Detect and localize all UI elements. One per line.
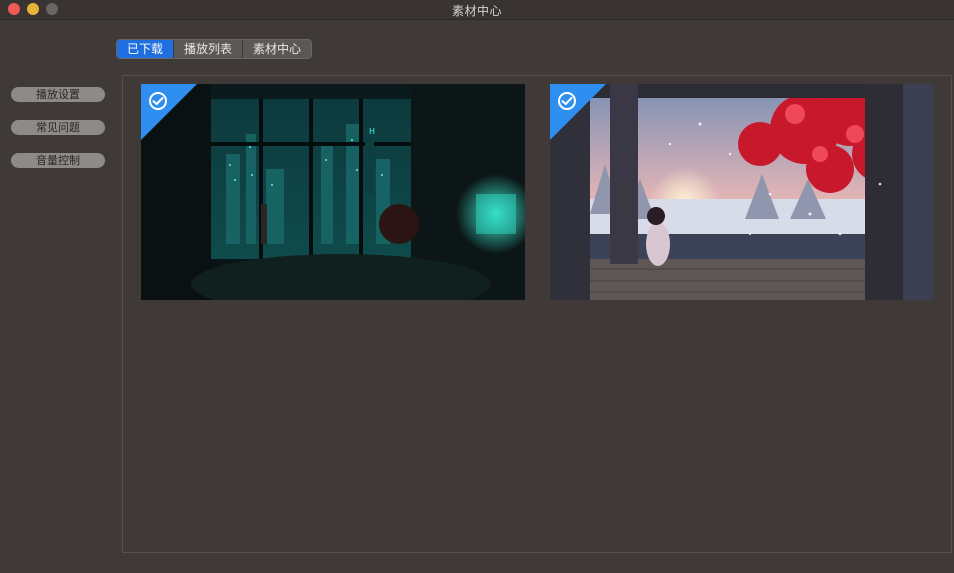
app-window: 素材中心 已下载 播放列表 素材中心 播放设置 常见问题 音量控制 H bbox=[0, 0, 954, 573]
tab-bar: 已下载 播放列表 素材中心 bbox=[116, 39, 313, 59]
sidebar-item-faq[interactable]: 常见问题 bbox=[11, 120, 105, 135]
wallpaper-thumbnail[interactable]: H bbox=[141, 84, 525, 300]
check-circle-icon bbox=[149, 92, 167, 110]
title-bar: 素材中心 bbox=[0, 0, 954, 20]
tab-playlist[interactable]: 播放列表 bbox=[173, 40, 243, 58]
wallpaper-thumbnail[interactable] bbox=[550, 84, 934, 300]
sidebar-item-playback-settings[interactable]: 播放设置 bbox=[11, 87, 105, 102]
window-title: 素材中心 bbox=[451, 4, 502, 18]
night-city-room-image: H bbox=[141, 84, 525, 300]
tab-downloaded[interactable]: 已下载 bbox=[117, 40, 174, 58]
winter-tree-image bbox=[550, 84, 934, 300]
tab-material-center[interactable]: 素材中心 bbox=[242, 40, 312, 58]
svg-text:H: H bbox=[369, 127, 375, 136]
check-circle-icon bbox=[558, 92, 576, 110]
sidebar-item-volume-control[interactable]: 音量控制 bbox=[11, 153, 105, 168]
